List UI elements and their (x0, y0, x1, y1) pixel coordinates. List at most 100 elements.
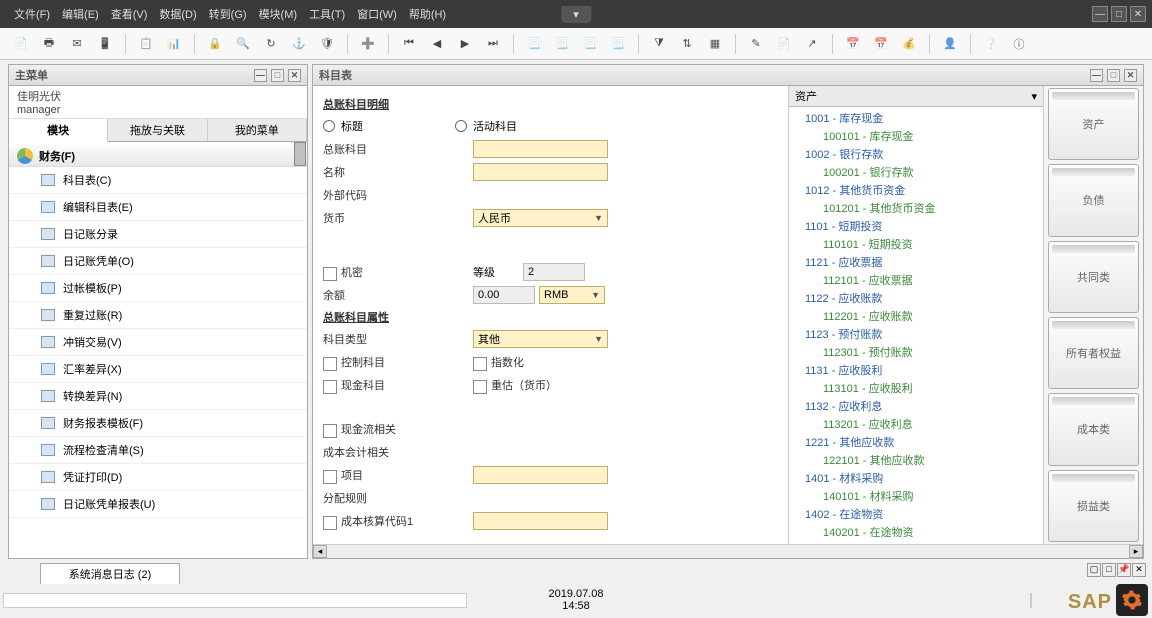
drawer-liab[interactable]: 负债 (1048, 164, 1139, 236)
tree-item[interactable]: 日记账凭单(O) (9, 248, 307, 275)
scrollbar-thumb[interactable] (294, 142, 306, 166)
account-node[interactable]: 1012 - 其他货币资金 (789, 181, 1043, 199)
tree-item[interactable]: 编辑科目表(E) (9, 194, 307, 221)
center-dropdown-icon[interactable]: ▾ (561, 6, 591, 23)
minimize-icon[interactable]: — (1092, 6, 1108, 22)
tab-dragdrop[interactable]: 拖放与关联 (108, 119, 207, 141)
account-node[interactable]: 1122 - 应收账款 (789, 289, 1043, 307)
tab-modules[interactable]: 模块 (9, 119, 108, 142)
menu-view[interactable]: 查看(V) (105, 6, 154, 22)
money-icon[interactable]: 💰 (898, 33, 920, 55)
next-icon[interactable]: ▶ (454, 33, 476, 55)
tree-root-finance[interactable]: 财务(F) (9, 146, 307, 167)
account-node[interactable]: 112101 - 应收票据 (789, 271, 1043, 289)
account-node[interactable]: 113101 - 应收股利 (789, 379, 1043, 397)
account-node[interactable]: 1002 - 银行存款 (789, 145, 1043, 163)
menu-modules[interactable]: 模块(M) (253, 6, 304, 22)
chk-secret[interactable]: 机密 (323, 264, 443, 280)
excel-icon[interactable]: 📊 (163, 33, 185, 55)
layout-icon[interactable]: ▦ (704, 33, 726, 55)
close-icon[interactable]: ✕ (1130, 6, 1146, 22)
currency-select[interactable]: 人民币▼ (473, 209, 608, 227)
account-node[interactable]: 1402 - 在途物资 (789, 505, 1043, 523)
secure-icon[interactable]: 🛡 (316, 33, 338, 55)
page-icon[interactable]: 📄 (773, 33, 795, 55)
drawer-pl[interactable]: 损益类 (1048, 470, 1139, 542)
drawer-assets[interactable]: 资产 (1048, 88, 1139, 160)
account-node[interactable]: 140201 - 在途物资 (789, 523, 1043, 541)
balance-curr-select[interactable]: RMB▼ (539, 286, 605, 304)
gl-name-input[interactable] (473, 163, 608, 181)
tree-item[interactable]: 凭证打印(D) (9, 464, 307, 491)
chk-costcode1[interactable]: 成本核算代码1 (323, 513, 443, 529)
chk-reval[interactable]: 重估（货币） (473, 377, 557, 393)
print-icon[interactable]: 🖶 (38, 33, 60, 55)
doc4-icon[interactable]: 📃 (607, 33, 629, 55)
filter-icon[interactable]: ⧩ (648, 33, 670, 55)
scroll-right-icon[interactable]: ▸ (1129, 545, 1143, 558)
panel-max-icon[interactable]: □ (1107, 69, 1120, 82)
project-input[interactable] (473, 466, 608, 484)
gl-code-input[interactable] (473, 140, 608, 158)
account-type-select[interactable]: 其他▼ (473, 330, 608, 348)
copy-icon[interactable]: 📋 (135, 33, 157, 55)
panel-min-icon[interactable]: — (1090, 69, 1103, 82)
panel-max-icon[interactable]: □ (271, 69, 284, 82)
info-icon[interactable]: ⓘ (1008, 33, 1030, 55)
log-max-icon[interactable]: □ (1102, 563, 1116, 577)
log-tab[interactable]: 系统消息日志 (2) (40, 563, 180, 584)
menu-data[interactable]: 数据(D) (153, 6, 202, 22)
new-icon[interactable]: 📄 (10, 33, 32, 55)
account-node[interactable]: 122101 - 其他应收款 (789, 451, 1043, 469)
panel-close-icon[interactable]: ✕ (288, 69, 301, 82)
chk-control[interactable]: 控制科目 (323, 354, 443, 370)
account-node[interactable]: 112301 - 预付账款 (789, 343, 1043, 361)
level-input[interactable] (523, 263, 585, 281)
account-node[interactable]: 100201 - 银行存款 (789, 163, 1043, 181)
doc2-icon[interactable]: 📃 (551, 33, 573, 55)
account-node[interactable]: 1101 - 短期投资 (789, 217, 1043, 235)
account-node[interactable]: 101201 - 其他货币资金 (789, 199, 1043, 217)
first-icon[interactable]: ⏮ (398, 33, 420, 55)
mail-icon[interactable]: ✉ (66, 33, 88, 55)
sort-icon[interactable]: ⇅ (676, 33, 698, 55)
account-node[interactable]: 1221 - 其他应收款 (789, 433, 1043, 451)
account-node[interactable]: 1123 - 预付账款 (789, 325, 1043, 343)
tree-item[interactable]: 汇率差异(X) (9, 356, 307, 383)
menu-goto[interactable]: 转到(G) (203, 6, 253, 22)
account-node[interactable]: 1132 - 应收利息 (789, 397, 1043, 415)
chk-cashflow[interactable]: 现金流相关 (323, 421, 443, 437)
account-node[interactable]: 1121 - 应收票据 (789, 253, 1043, 271)
doc3-icon[interactable]: 📃 (579, 33, 601, 55)
maximize-icon[interactable]: □ (1111, 6, 1127, 22)
account-node[interactable]: 100101 - 库存现金 (789, 127, 1043, 145)
calendar-icon[interactable]: 📅 (842, 33, 864, 55)
lock-icon[interactable]: 🔒 (204, 33, 226, 55)
sms-icon[interactable]: 📱 (94, 33, 116, 55)
log-close-icon[interactable]: ✕ (1132, 563, 1146, 577)
panel-close-icon[interactable]: ✕ (1124, 69, 1137, 82)
drawer-common[interactable]: 共同类 (1048, 241, 1139, 313)
tree-item[interactable]: 流程检查清单(S) (9, 437, 307, 464)
scroll-left-icon[interactable]: ◂ (313, 545, 327, 558)
log-pin-icon[interactable]: 📌 (1117, 563, 1131, 577)
costcode-input[interactable] (473, 512, 608, 530)
acct-tree-dropdown-icon[interactable]: ▾ (1031, 90, 1037, 103)
prev-icon[interactable]: ◀ (426, 33, 448, 55)
find-icon[interactable]: 🔍 (232, 33, 254, 55)
account-node[interactable]: 110101 - 短期投资 (789, 235, 1043, 253)
account-node[interactable]: 112201 - 应收账款 (789, 307, 1043, 325)
account-node[interactable]: 1001 - 库存现金 (789, 109, 1043, 127)
radio-active[interactable] (455, 120, 467, 132)
menu-help[interactable]: 帮助(H) (403, 6, 452, 22)
account-node[interactable]: 1131 - 应收股利 (789, 361, 1043, 379)
horizontal-scrollbar[interactable]: ◂ ▸ (313, 544, 1143, 558)
tree-item[interactable]: 转换差异(N) (9, 383, 307, 410)
drawer-equity[interactable]: 所有者权益 (1048, 317, 1139, 389)
add-record-icon[interactable]: ➕ (357, 33, 379, 55)
tree-item[interactable]: 日记账分录 (9, 221, 307, 248)
account-node[interactable]: 113201 - 应收利息 (789, 415, 1043, 433)
chk-cash[interactable]: 现金科目 (323, 377, 443, 393)
menu-edit[interactable]: 编辑(E) (56, 6, 105, 22)
tree-item[interactable]: 重复过账(R) (9, 302, 307, 329)
